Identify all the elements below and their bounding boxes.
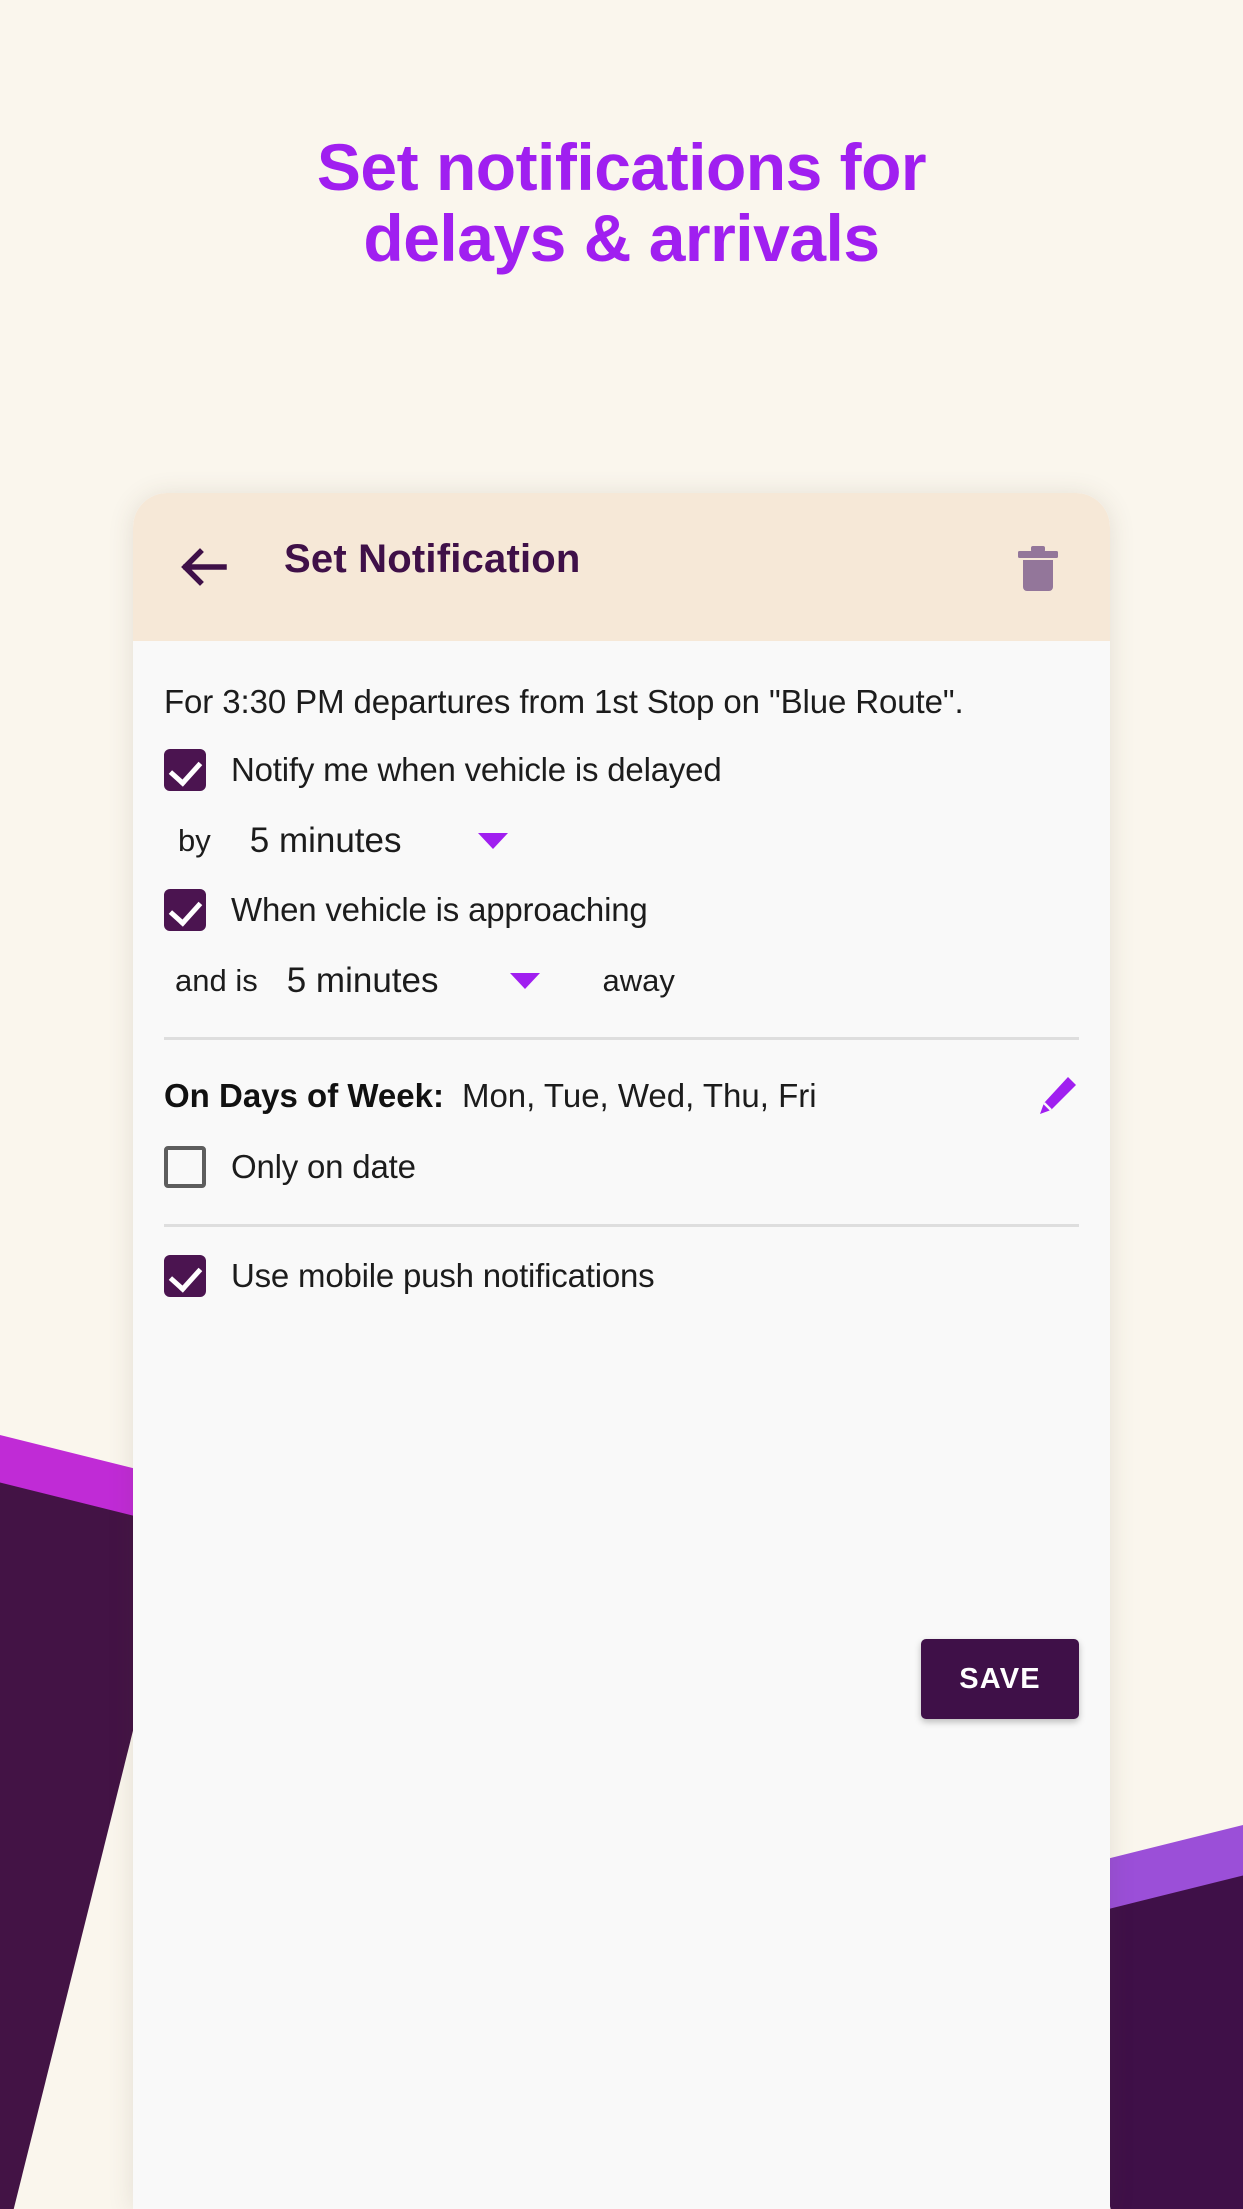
notification-summary: For 3:30 PM departures from 1st Stop on … — [164, 683, 964, 720]
delay-prefix-label: by — [178, 823, 211, 858]
approaching-prefix-label: and is — [175, 963, 258, 998]
headline-line-1: Set notifications for — [316, 130, 927, 204]
checkbox-approaching[interactable] — [164, 889, 206, 931]
pencil-icon[interactable] — [1035, 1074, 1079, 1118]
checkbox-row-delay[interactable]: Notify me when vehicle is delayed — [164, 749, 1079, 791]
background-decoration-left — [0, 1430, 140, 2209]
save-button[interactable]: SAVE — [921, 1639, 1079, 1719]
chevron-down-icon[interactable] — [477, 833, 508, 849]
divider — [164, 1224, 1079, 1227]
app-bar-title: Set Notification — [284, 537, 581, 581]
delay-amount-value[interactable]: 5 minutes — [250, 821, 402, 861]
headline-line-2: delays & arrivals — [363, 201, 880, 276]
days-of-week-label: On Days of Week: — [164, 1077, 444, 1114]
checkbox-only-on-date[interactable] — [164, 1146, 206, 1188]
checkbox-row-approaching[interactable]: When vehicle is approaching — [164, 889, 1079, 931]
decoration-band-right — [1103, 1820, 1243, 2209]
decoration-band-left — [0, 1430, 140, 2209]
page-headline: Set notifications for delays & arrivals — [0, 130, 1243, 276]
checkbox-mobile-push[interactable] — [164, 1255, 206, 1297]
checkbox-label-only-on-date: Only on date — [231, 1148, 416, 1185]
background-decoration-right — [1103, 1820, 1243, 2209]
app-bar: Set Notification — [133, 493, 1110, 641]
divider — [164, 1037, 1079, 1040]
checkbox-label-mobile-push: Use mobile push notifications — [231, 1257, 655, 1294]
chevron-down-icon[interactable] — [510, 973, 541, 989]
decoration-slab-right — [1103, 1868, 1243, 2209]
checkbox-row-only-on-date[interactable]: Only on date — [164, 1146, 1079, 1188]
notification-form: For 3:30 PM departures from 1st Stop on … — [133, 683, 1110, 1297]
approaching-amount-value[interactable]: 5 minutes — [287, 961, 439, 1001]
phone-screenshot-card: Set Notification For 3:30 PM departures … — [133, 493, 1110, 2209]
decoration-slab-left — [0, 1475, 140, 2209]
days-of-week-value: Mon, Tue, Wed, Thu, Fri — [461, 1077, 817, 1114]
days-of-week-row: On Days of Week: Mon, Tue, Wed, Thu, Fri — [164, 1074, 1079, 1118]
checkbox-row-mobile-push[interactable]: Use mobile push notifications — [164, 1255, 1079, 1297]
dropdown-row-approaching-amount[interactable]: and is 5 minutes away — [164, 961, 1079, 1001]
approaching-suffix-label: away — [602, 963, 675, 998]
checkbox-delay[interactable] — [164, 749, 206, 791]
dropdown-row-delay-amount[interactable]: by 5 minutes — [164, 821, 1079, 861]
checkbox-label-delay: Notify me when vehicle is delayed — [231, 751, 722, 788]
checkbox-label-approaching: When vehicle is approaching — [231, 891, 648, 928]
trash-icon[interactable] — [1016, 543, 1060, 593]
back-arrow-icon[interactable] — [178, 541, 230, 593]
